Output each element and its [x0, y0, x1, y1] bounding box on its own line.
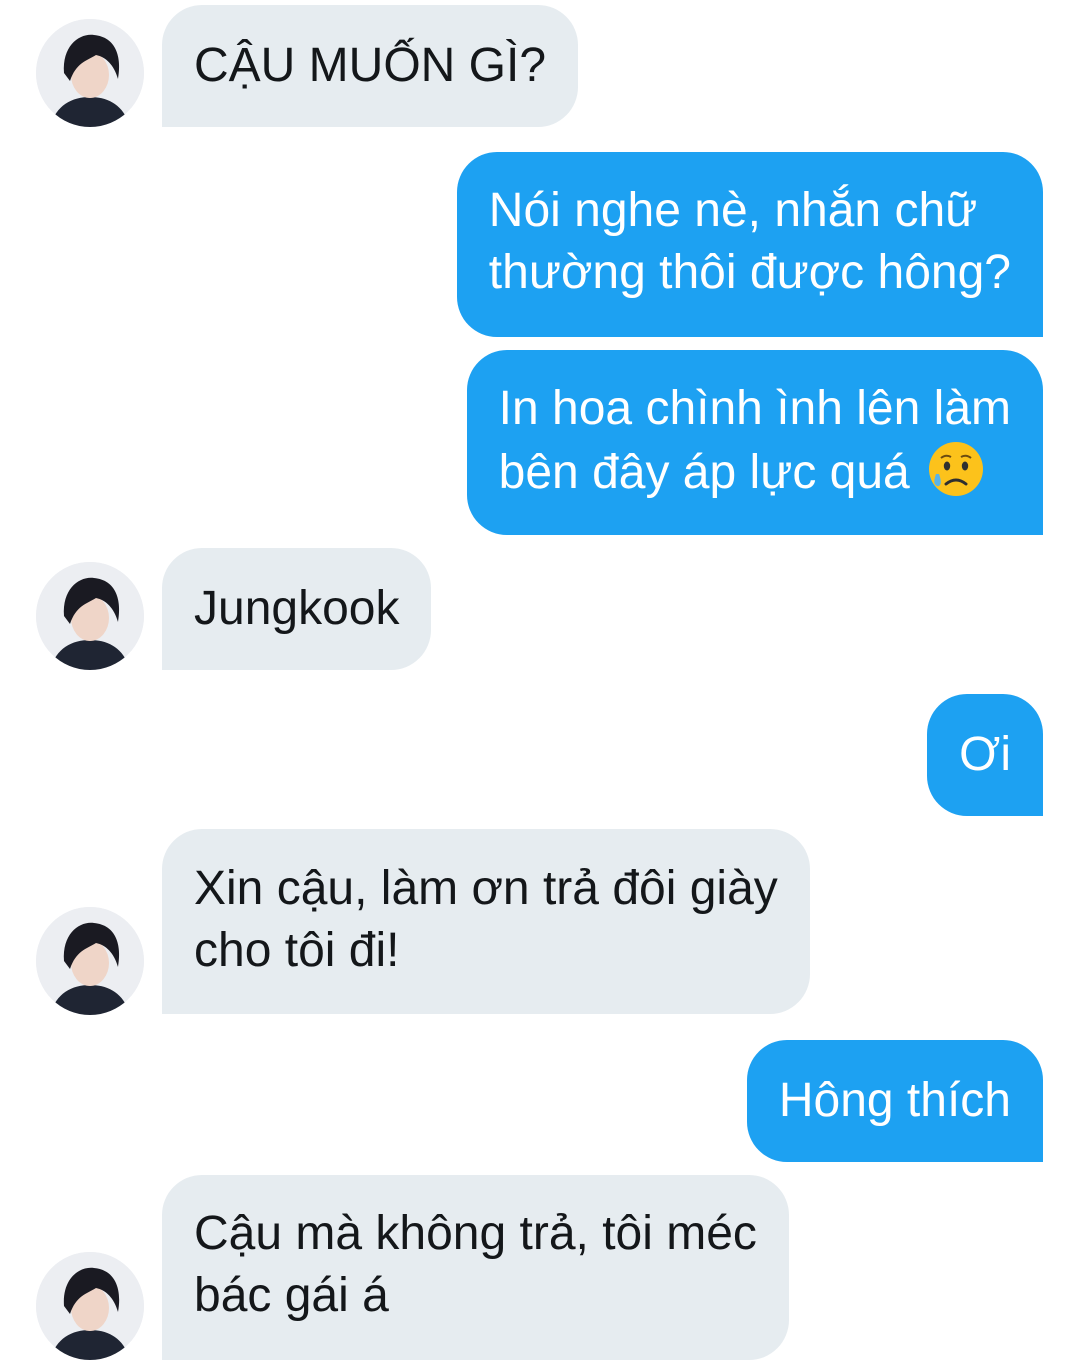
outgoing-message-bubble[interactable]: In hoa chình ình lên làm bên đây áp lực …	[466, 350, 1043, 535]
outgoing-message-bubble[interactable]: Ơi	[927, 694, 1043, 816]
incoming-message-bubble[interactable]: Cậu mà không trả, tôi méc bác gái á	[162, 1175, 789, 1360]
outgoing-message-bubble[interactable]: Nói nghe nè, nhắn chữ thường thôi được h…	[456, 152, 1043, 337]
incoming-message-bubble[interactable]: Jungkook	[162, 548, 432, 670]
contact-avatar[interactable]	[36, 907, 144, 1015]
contact-avatar[interactable]	[36, 19, 144, 127]
avatar-icon	[36, 562, 144, 670]
sad-but-relieved-face-emoji	[927, 440, 985, 498]
avatar-icon	[36, 1252, 144, 1360]
outgoing-message-bubble[interactable]: Hông thích	[746, 1040, 1043, 1162]
avatar-icon	[36, 907, 144, 1015]
avatar-icon	[36, 19, 144, 127]
contact-avatar[interactable]	[36, 1252, 144, 1360]
contact-avatar[interactable]	[36, 562, 144, 670]
incoming-message-bubble[interactable]: Xin cậu, làm ơn trả đôi giày cho tôi đi!	[162, 829, 810, 1014]
incoming-message-bubble[interactable]: CẬU MUỐN GÌ?	[162, 5, 579, 127]
